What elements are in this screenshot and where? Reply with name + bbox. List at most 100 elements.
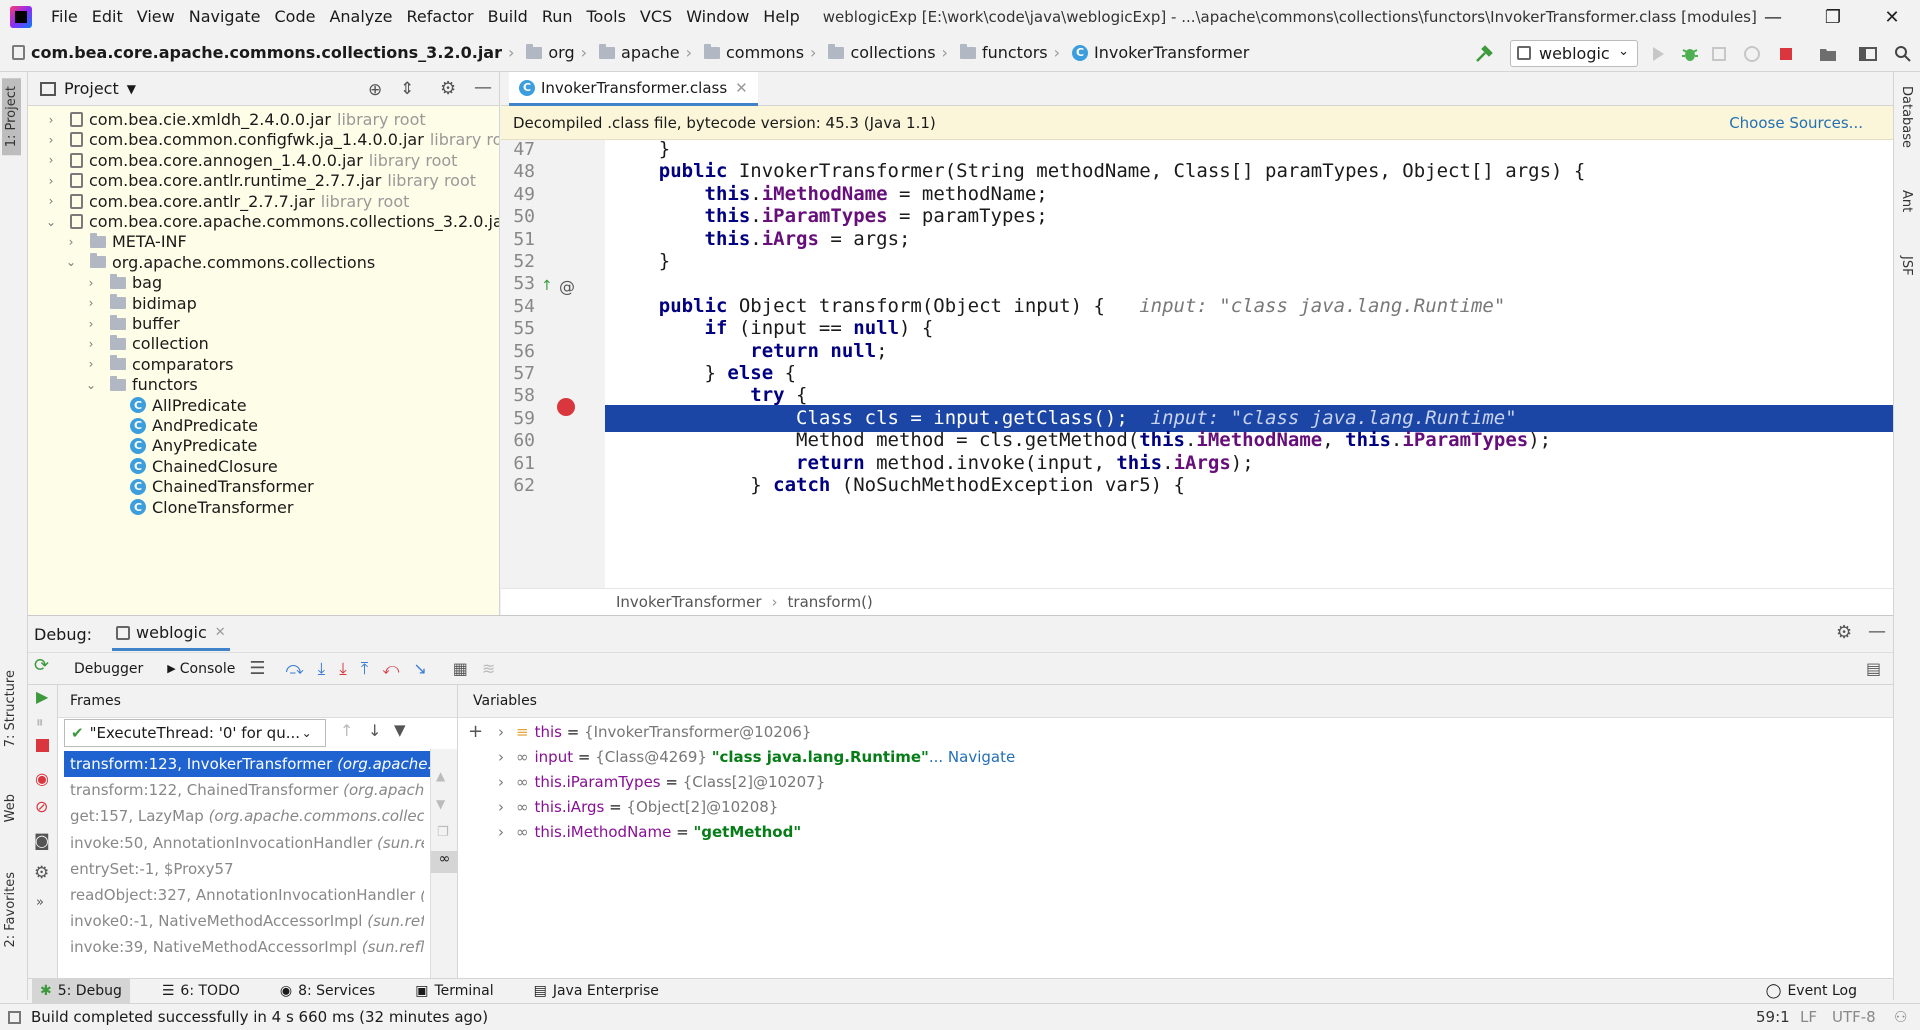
breadcrumb-item[interactable]: functors › [959,43,1066,62]
force-step-into-icon[interactable]: ⤓ [339,659,347,679]
step-out-icon[interactable]: ⤒ [361,659,369,679]
rerun-icon[interactable]: ⟳ [34,655,49,676]
add-watch-icon[interactable]: + [468,721,483,742]
breadcrumb-item[interactable]: commons › [704,43,822,62]
chevron-right-icon[interactable]: › [84,317,98,331]
annotation-icon[interactable]: @ [559,277,575,296]
chevron-right-icon[interactable]: › [44,113,58,127]
menu-analyze[interactable]: Analyze [322,0,399,34]
breakpoint-icon[interactable] [557,398,575,416]
step-into-icon[interactable]: ⤓ [318,659,326,679]
collapse-all-icon[interactable]: ⇕ [400,79,414,99]
crumb-class[interactable]: InvokerTransformer [616,593,762,611]
debug-icon[interactable] [1680,44,1700,64]
evaluate-expression-icon[interactable]: ▦ [453,659,468,678]
chevron-right-icon[interactable]: › [64,235,78,249]
variable-row[interactable]: › ∞ this.iArgs = {Object[2]@10208} [498,795,778,820]
menu-vcs[interactable]: VCS [633,0,679,34]
previous-frame-icon[interactable]: ↑ [340,721,353,740]
chevron-right-icon[interactable]: › [84,357,98,371]
chevron-right-icon[interactable]: › [498,773,504,791]
gear-icon[interactable]: ⚙ [440,78,456,99]
camera-icon[interactable]: ◙ [34,831,50,850]
stack-frame[interactable]: transform:123, InvokerTransformer (org.a… [64,751,436,777]
stack-frame[interactable]: transform:122, ChainedTransformer (org.a… [64,777,424,803]
thread-select[interactable]: ✔ "ExecuteThread: '0' for qu... ⌄ [64,719,326,747]
chevron-right-icon[interactable]: › [498,798,504,816]
menu-navigate[interactable]: Navigate [182,0,268,34]
locate-icon[interactable]: ⊕ [368,80,382,100]
stop-icon[interactable] [1776,44,1796,64]
pause-icon[interactable]: ⏸ [36,713,44,731]
settings-icon[interactable]: ⚙ [34,863,49,883]
chevron-right-icon[interactable]: › [84,296,98,310]
stack-frame[interactable]: invoke:50, AnnotationInvocationHandler (… [64,830,424,856]
gear-icon[interactable]: ⚙ [1836,622,1852,643]
code-view[interactable]: } public InvokerTransformer(String metho… [605,140,1893,588]
step-over-icon[interactable]: ⤼ [285,659,303,679]
menu-edit[interactable]: Edit [85,0,130,34]
restore-button[interactable]: ❐ [1805,0,1861,34]
tree-item[interactable]: C CloneTransformer [104,495,299,520]
stack-frame[interactable]: entrySet:-1, $Proxy57 [64,856,424,882]
coverage-icon[interactable] [1710,44,1730,64]
chevron-right-icon[interactable]: › [498,748,504,766]
inspector-icon[interactable]: ⚇ [1894,1008,1907,1026]
stop-icon[interactable] [36,739,49,752]
chevron-right-icon[interactable]: › [498,823,504,841]
watches-icon[interactable]: ∞ [431,851,457,873]
tab-ant[interactable]: Ant [1899,190,1914,212]
variable-row[interactable]: › ∞ this.iMethodName = "getMethod" [498,820,801,845]
code-line[interactable]: } catch (NoSuchMethodException var5) { [605,472,1893,499]
copy-icon[interactable]: ❐ [437,825,449,840]
menu-file[interactable]: File [44,0,85,34]
implements-icon[interactable]: ↑ [541,278,553,294]
run-configuration-select[interactable]: weblogic ⌄ [1510,40,1638,67]
down-icon[interactable]: ▼ [436,797,445,811]
run-icon[interactable] [1648,44,1668,64]
layout-settings-icon[interactable]: ▤ [1866,659,1881,678]
close-session-icon[interactable]: ✕ [215,625,226,640]
tab-web[interactable]: Web [3,794,18,822]
tab-jsf[interactable]: JSF [1899,256,1914,276]
minimize-button[interactable]: — [1745,0,1801,34]
menu-lines-icon[interactable]: ☰ [249,658,265,679]
variable-row[interactable]: › ≡ this = {InvokerTransformer@10206} [498,720,811,745]
chevron-right-icon[interactable]: › [84,276,98,290]
breadcrumb-item[interactable]: apache › [599,43,698,62]
variable-row[interactable]: › ∞ this.iParamTypes = {Class[2]@10207} [498,770,825,795]
tab-debugger[interactable]: Debugger [68,655,149,683]
editor-gutter[interactable]: 47 48 49 50 51 52 53 54 55 56 57 58 59 60 61 62 ↑ @ [501,139,605,588]
tab-database[interactable]: Database [1899,86,1914,148]
menu-window[interactable]: Window [679,0,756,34]
chevron-right-icon[interactable]: › [44,133,58,147]
tab-java-enterprise[interactable]: ▤ Java Enterprise [526,979,667,1004]
tab-services[interactable]: ◉ 8: Services [272,979,383,1004]
filter-icon[interactable]: ▼ [394,721,406,739]
crumb-method[interactable]: transform() [788,593,873,611]
stack-frame[interactable]: invoke:39, NativeMethodAccessorImpl (sun… [64,934,424,960]
up-icon[interactable]: ▲ [436,769,445,783]
resume-icon[interactable]: ▶ [36,687,48,706]
project-panel-title[interactable]: Project [64,79,119,98]
tab-favorites[interactable]: 2: Favorites [3,872,18,948]
menu-view[interactable]: View [130,0,182,34]
menu-code[interactable]: Code [268,0,323,34]
hide-icon[interactable]: — [1868,621,1886,642]
variable-row[interactable]: › ∞ input = {Class@4269} "class java.lang.… [498,745,1015,770]
chevron-right-icon[interactable]: › [498,723,504,741]
layout-icon[interactable] [1858,44,1878,64]
menu-refactor[interactable]: Refactor [400,0,481,34]
next-frame-icon[interactable]: ↓ [368,721,381,740]
menu-run[interactable]: Run [535,0,580,34]
tab-structure[interactable]: 7: Structure [3,670,18,747]
profile-icon[interactable] [1742,44,1762,64]
frames-scroll-area[interactable]: ▲ ▼ ❐ ∞ [430,749,457,979]
search-everywhere-icon[interactable] [1893,44,1913,64]
view-breakpoints-icon[interactable]: ◉ [35,769,49,788]
chevron-right-icon[interactable]: › [84,337,98,351]
project-structure-icon[interactable] [1818,44,1838,64]
stack-frame[interactable]: get:157, LazyMap (org.apache.commons.col… [64,803,424,829]
variable-nav[interactable]: ... Navigate [929,748,1015,766]
editor-tab-invokertransformer[interactable]: C InvokerTransformer.class ✕ [509,72,758,106]
